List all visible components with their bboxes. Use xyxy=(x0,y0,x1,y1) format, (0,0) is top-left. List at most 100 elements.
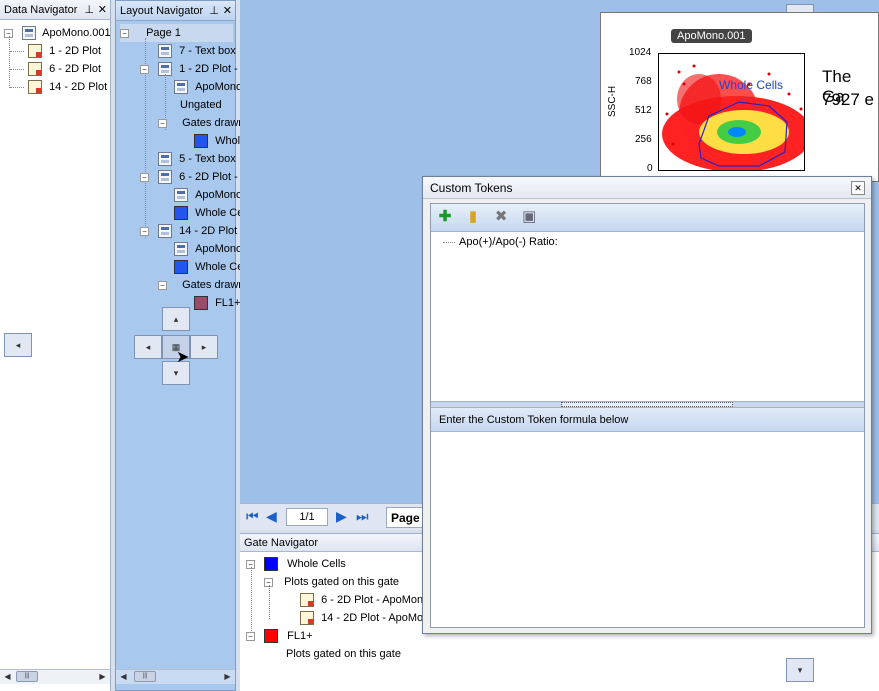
splitter-grip[interactable] xyxy=(561,402,733,407)
data-tree-item[interactable]: 6 - 2D Plot xyxy=(10,60,102,78)
plot-ytick: 768 xyxy=(635,76,652,87)
layout-tree-item[interactable]: 5 - Text box xyxy=(140,150,236,168)
plot-ytick: 0 xyxy=(647,163,653,174)
scroll-right-icon[interactable]: ▶ xyxy=(221,670,234,683)
layout-navigator-scrollbar[interactable]: ◀ ||| ▶ xyxy=(116,669,235,684)
add-icon[interactable]: ✚ xyxy=(435,207,455,227)
plot-title: ApoMono.001 xyxy=(671,29,752,43)
data-navigator-title: Data Navigator xyxy=(4,4,78,16)
token-item[interactable]: Apo(+)/Apo(-) Ratio: xyxy=(459,236,558,248)
text-box-icon xyxy=(158,44,173,59)
last-page-icon[interactable]: ⏭ xyxy=(356,508,369,525)
next-page-icon[interactable]: ▶ xyxy=(336,508,347,525)
formula-editor[interactable] xyxy=(431,432,864,627)
data-tree-root[interactable]: − ApoMono.001 xyxy=(4,24,111,42)
plot-icon xyxy=(300,611,314,626)
dock-right-button[interactable]: ▸ xyxy=(190,335,218,359)
scroll-left-icon[interactable]: ◀ xyxy=(117,670,130,683)
gate-tree-item[interactable]: − Whole Cells xyxy=(246,555,346,573)
page-number-field[interactable]: 1/1 xyxy=(286,508,328,526)
close-icon[interactable]: ✕ xyxy=(223,1,232,21)
custom-tokens-title: Custom Tokens xyxy=(430,181,513,195)
gate-color-icon xyxy=(174,260,188,275)
density-core xyxy=(728,127,746,137)
delete-icon[interactable]: ✖ xyxy=(491,207,511,227)
dock-left-button[interactable]: ◂ xyxy=(4,333,32,357)
plot-area: Whole Cells xyxy=(658,53,805,171)
token-icon[interactable]: ▣ xyxy=(519,207,539,227)
data-tree-item[interactable]: 1 - 2D Plot xyxy=(10,42,102,60)
gate-color-icon xyxy=(264,557,279,572)
custom-tokens-title-bar: Custom Tokens ✕ xyxy=(423,177,871,199)
scroll-thumb[interactable]: ||| xyxy=(16,671,38,682)
dock-left-button[interactable]: ◂ xyxy=(134,335,162,359)
gate-tree-item[interactable]: − Plots gated on this gate xyxy=(264,573,399,591)
data-file-icon xyxy=(22,26,37,41)
data-tree-item-label: 14 - 2D Plot xyxy=(49,81,108,93)
collapse-icon[interactable]: − xyxy=(140,172,149,182)
text-box-icon xyxy=(158,152,173,167)
plot-ytick: 512 xyxy=(635,105,652,116)
pin-icon[interactable]: ⊥ xyxy=(84,0,94,20)
plot-ytick: 256 xyxy=(635,134,652,145)
plot-ytick: 1024 xyxy=(629,47,652,58)
layout-navigator-title-bar: Layout Navigator ⊥ ✕ xyxy=(116,1,235,21)
layout-tree-page[interactable]: − Page 1 xyxy=(120,24,233,42)
pin-icon[interactable]: ⊥ xyxy=(209,1,219,21)
scroll-thumb[interactable]: ||| xyxy=(134,671,156,682)
layout-tree-item[interactable]: 7 - Text box xyxy=(140,42,236,60)
folder-icon[interactable]: ▮ xyxy=(463,207,483,227)
splitter[interactable] xyxy=(431,401,864,408)
layout-navigator-title: Layout Navigator xyxy=(120,5,204,17)
data-navigator-scrollbar[interactable]: ◀ ||| ▶ xyxy=(0,669,110,684)
gate-name: FL1+ xyxy=(287,630,313,642)
layout-page[interactable]: ApoMono.001 SSC-H 1024 768 512 256 0 Who… xyxy=(600,12,879,182)
dock-top-button[interactable]: ▴ xyxy=(162,307,190,331)
custom-tokens-content: ✚ ▮ ✖ ▣ Apo(+)/Apo(-) Ratio: Enter the C… xyxy=(430,203,865,628)
collapse-icon[interactable]: − xyxy=(158,280,167,290)
previous-page-icon[interactable]: ◀ xyxy=(266,508,277,525)
data-navigator-title-bar: Data Navigator ⊥ ✕ xyxy=(0,0,110,20)
scroll-right-icon[interactable]: ▶ xyxy=(96,670,109,683)
collapse-icon[interactable]: − xyxy=(140,226,149,236)
layout-tree-page-label: Page 1 xyxy=(146,27,181,39)
gate-tree-item[interactable]: − FL1+ xyxy=(246,627,313,645)
gate-color-icon xyxy=(194,134,208,149)
close-icon[interactable]: ✕ xyxy=(98,0,107,20)
page-tab[interactable]: Page xyxy=(386,507,425,528)
docking-guide: ▴ ◂ ▦ ▸ ▾ ➤ xyxy=(134,307,218,387)
gate-label: Whole Cells xyxy=(719,78,784,92)
data-tree-item-label: 6 - 2D Plot xyxy=(49,63,102,75)
data-tree-item-label: 1 - 2D Plot xyxy=(49,45,102,57)
collapse-icon[interactable]: − xyxy=(246,631,255,641)
data-navigator-panel: Data Navigator ⊥ ✕ − ApoMono.001 1 - 2D … xyxy=(0,0,111,691)
plot-object-icon xyxy=(158,170,173,185)
plot-icon xyxy=(300,593,314,608)
first-page-icon[interactable]: ⏮ xyxy=(246,508,259,525)
collapse-icon[interactable]: − xyxy=(120,28,129,38)
layout-navigator-panel: Layout Navigator ⊥ ✕ − Page 1 7 - Text b… xyxy=(115,0,315,691)
token-list[interactable]: Apo(+)/Apo(-) Ratio: xyxy=(431,232,864,401)
plot-icon xyxy=(28,44,42,59)
collapse-icon[interactable]: − xyxy=(158,118,167,128)
plot-object-icon xyxy=(158,224,173,239)
plot-icon xyxy=(28,62,42,77)
data-file-icon xyxy=(174,242,188,257)
collapse-icon[interactable]: − xyxy=(140,64,149,74)
dock-bottom-button[interactable]: ▾ xyxy=(786,658,814,682)
gate-navigator-title: Gate Navigator xyxy=(244,537,318,549)
layout-tree-item[interactable]: − Gates drawn xyxy=(158,276,244,294)
scatter-density xyxy=(662,64,804,170)
gate-tree-item[interactable]: Plots gated on this gate xyxy=(286,645,401,663)
scroll-left-icon[interactable]: ◀ xyxy=(1,670,14,683)
plot-ylabel: SSC-H xyxy=(607,85,618,117)
layout-tree-item[interactable]: − Gates drawn xyxy=(158,114,244,132)
layout-tree-item[interactable]: Ungated xyxy=(180,96,222,114)
formula-header-label: Enter the Custom Token formula below xyxy=(439,414,629,426)
plot-icon xyxy=(28,80,42,95)
tokens-toolbar: ✚ ▮ ✖ ▣ xyxy=(431,204,864,232)
mouse-cursor-icon: ➤ xyxy=(176,349,190,366)
data-tree-item[interactable]: 14 - 2D Plot xyxy=(10,78,108,96)
data-tree-root-label: ApoMono.001 xyxy=(42,27,111,39)
close-icon[interactable]: ✕ xyxy=(851,181,865,195)
